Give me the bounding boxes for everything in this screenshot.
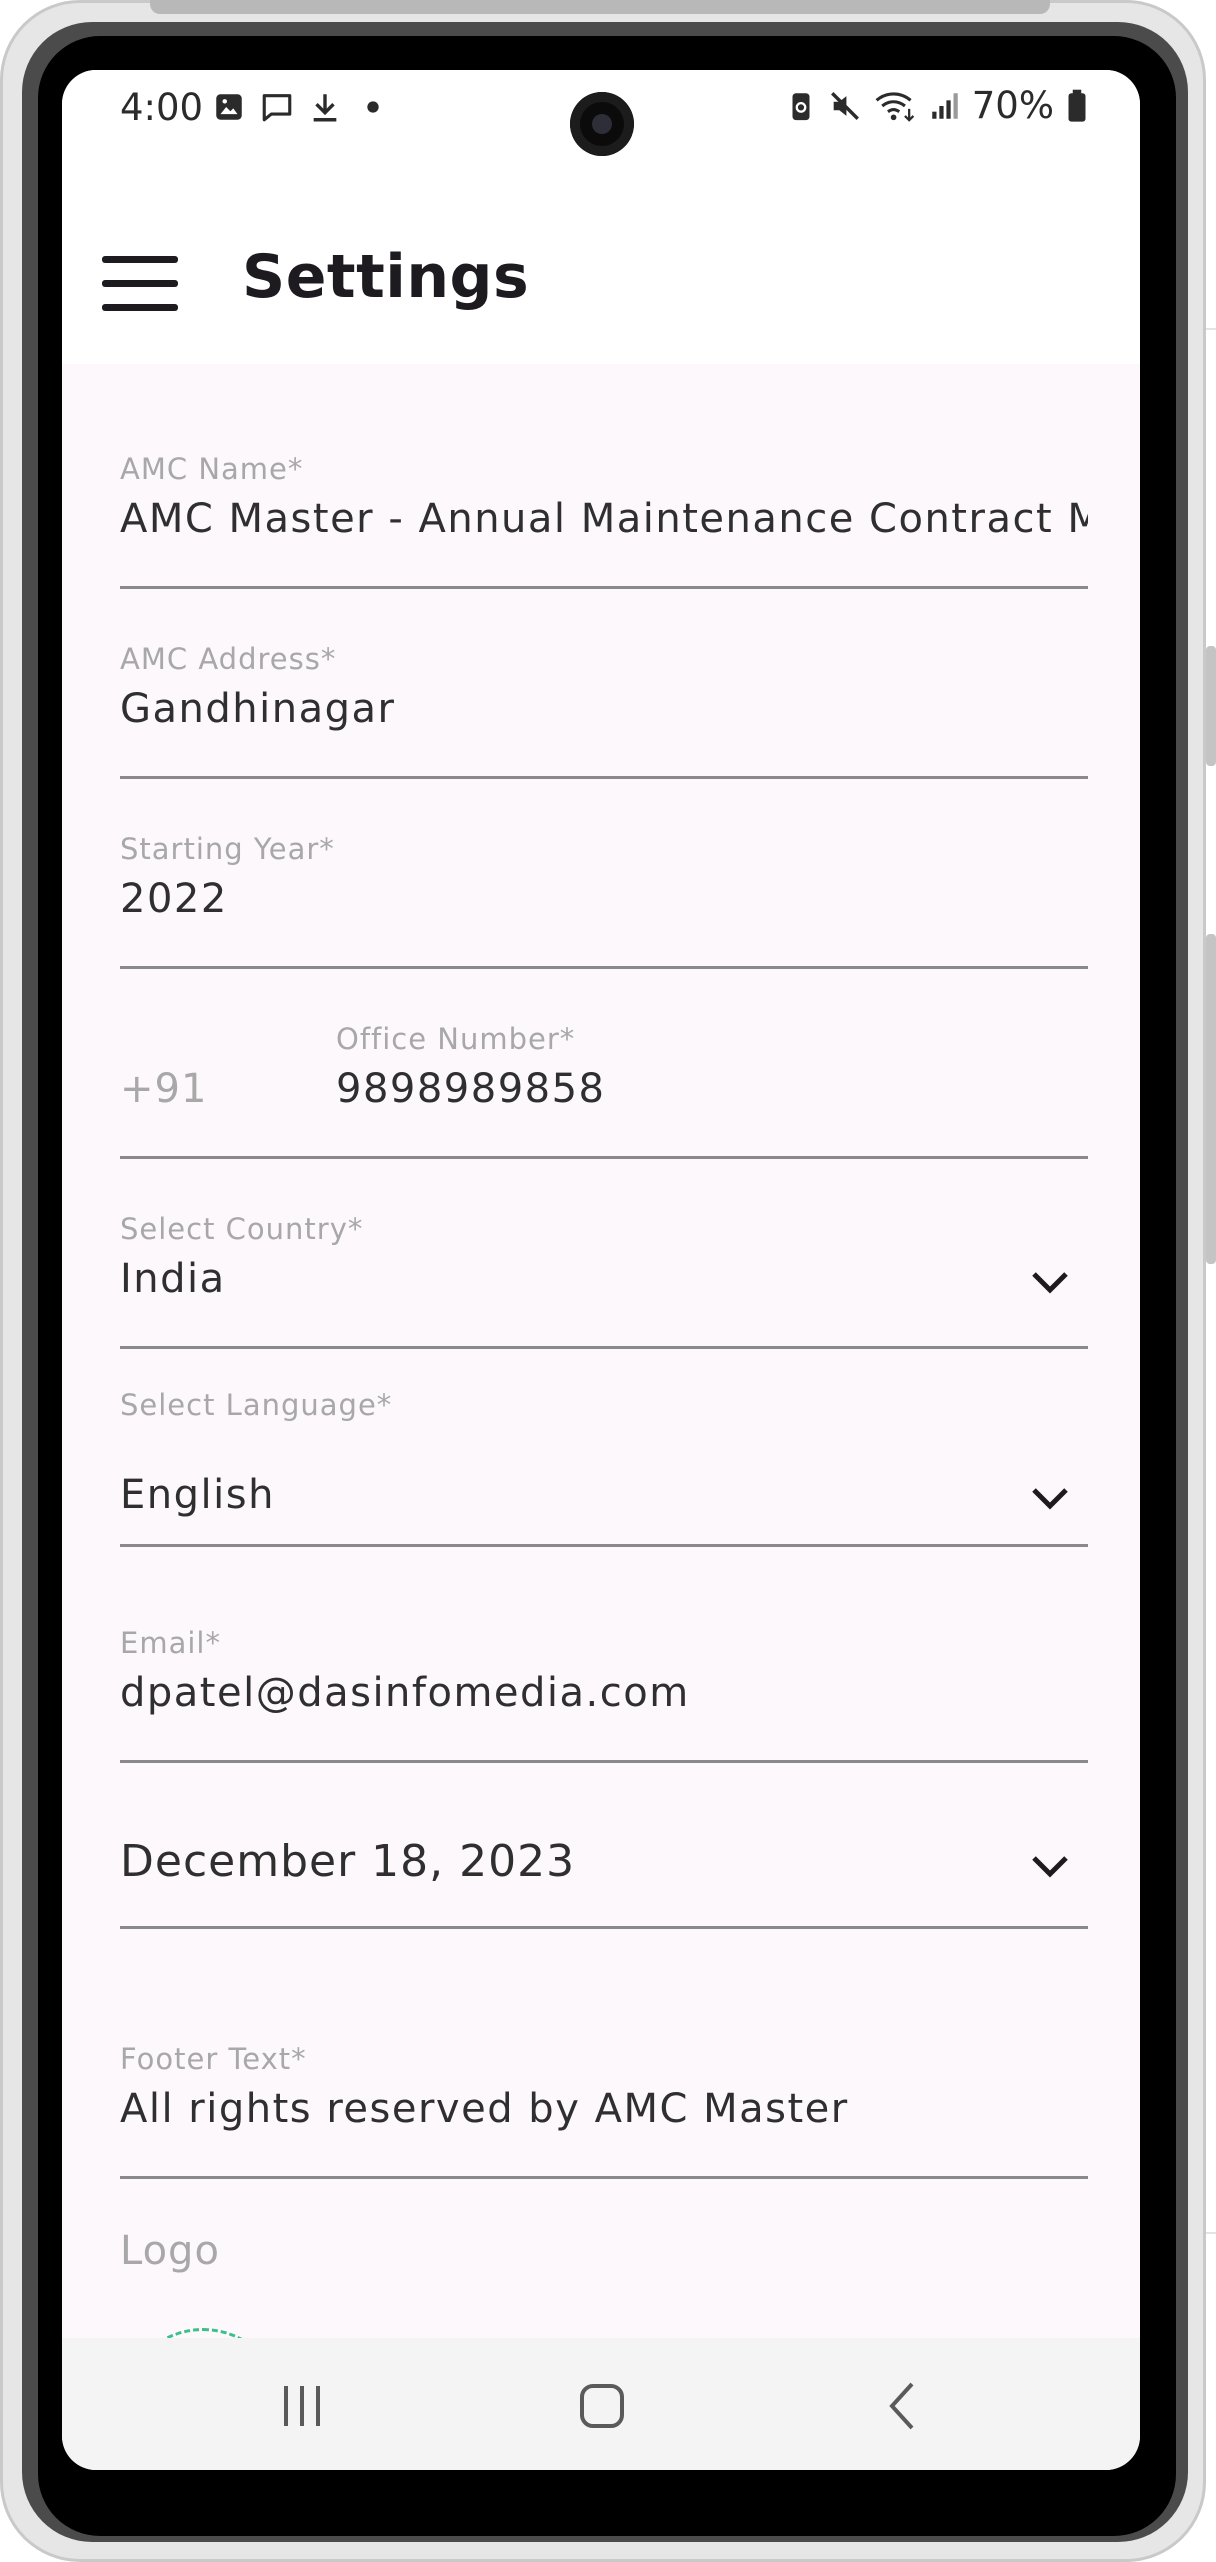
mute-icon <box>830 91 859 120</box>
navigation-bar <box>62 2338 1140 2470</box>
chevron-down-icon <box>1032 1272 1068 1294</box>
signal-icon <box>932 92 958 119</box>
message-icon <box>262 94 292 122</box>
amc-address-field[interactable]: AMC Address* Gandhinagar <box>120 588 1088 779</box>
page-title: Settings <box>242 242 530 312</box>
footer-text-value: All rights reserved by AMC Master <box>120 2086 849 2132</box>
back-icon[interactable] <box>874 2378 934 2434</box>
starting-year-value: 2022 <box>120 876 228 922</box>
download-icon <box>313 94 337 122</box>
chevron-down-icon <box>1032 1488 1068 1510</box>
menu-icon <box>102 280 178 287</box>
starting-year-field[interactable]: Starting Year* 2022 <box>120 778 1088 969</box>
email-label: Email* <box>120 1626 221 1660</box>
office-number-label: Office Number* <box>336 1022 576 1056</box>
country-label: Select Country* <box>120 1212 364 1246</box>
chevron-down-icon <box>1032 1856 1068 1878</box>
settings-form: AMC Name* AMC Master - Annual Maintenanc… <box>62 364 1140 2470</box>
wifi-icon <box>875 91 914 122</box>
footer-text-label: Footer Text* <box>120 2042 307 2076</box>
language-select[interactable]: Select Language* English <box>120 1348 1088 1547</box>
home-icon[interactable] <box>572 2378 632 2434</box>
status-icons-right: 70% <box>784 84 1090 127</box>
recent-apps-icon[interactable] <box>272 2378 332 2434</box>
amc-name-label: AMC Name* <box>120 452 304 486</box>
country-code-prefix: +91 <box>120 1066 208 1112</box>
status-time: 4:00 <box>120 86 204 129</box>
email-value: dpatel@dasinfomedia.com <box>120 1670 690 1716</box>
app-bar: Settings <box>62 180 1140 364</box>
date-picker[interactable]: December 18, 2023 <box>120 1762 1088 1929</box>
battery-percent: 70% <box>971 84 1054 127</box>
email-field[interactable]: Email* dpatel@dasinfomedia.com <box>120 1546 1088 1763</box>
office-number-value: 9898989858 <box>336 1066 606 1112</box>
amc-name-field[interactable]: AMC Name* AMC Master - Annual Maintenanc… <box>120 364 1088 589</box>
language-label: Select Language* <box>120 1388 393 1422</box>
logo-label: Logo <box>120 2228 220 2274</box>
status-icons-left <box>212 90 390 124</box>
status-bar: 4:00 70% <box>62 70 1140 180</box>
device-top-bezel <box>150 0 1050 14</box>
office-number-field[interactable]: +91 Office Number* 9898989858 <box>120 968 1088 1159</box>
amc-address-value: Gandhinagar <box>120 686 396 732</box>
starting-year-label: Starting Year* <box>120 832 335 866</box>
menu-icon <box>102 256 178 263</box>
menu-icon <box>102 304 178 311</box>
volume-button <box>1206 646 1216 766</box>
power-button <box>1206 934 1216 1264</box>
language-value: English <box>120 1472 275 1518</box>
amc-address-label: AMC Address* <box>120 642 337 676</box>
front-camera <box>570 92 634 156</box>
country-select[interactable]: Select Country* India <box>120 1158 1088 1349</box>
amc-name-value: AMC Master - Annual Maintenance Contract… <box>120 496 1088 542</box>
dot-icon <box>367 101 379 113</box>
menu-button[interactable] <box>102 256 180 312</box>
phone-screen: 4:00 70% Settings AMC Name* AMC Master -… <box>62 70 1140 2470</box>
footer-text-field[interactable]: Footer Text* All rights reserved by AMC … <box>120 1928 1088 2179</box>
battery-saver-icon <box>792 92 810 120</box>
country-value: India <box>120 1256 226 1302</box>
battery-icon <box>1068 89 1086 122</box>
date-value: December 18, 2023 <box>120 1836 576 1887</box>
image-icon <box>216 94 242 120</box>
